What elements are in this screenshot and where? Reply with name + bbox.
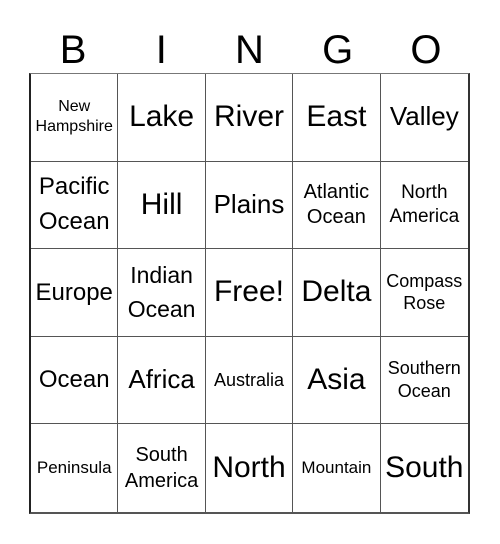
bingo-cell[interactable]: Australia [205,336,294,425]
header-letter-o: O [410,28,442,72]
bingo-cell[interactable]: Valley [380,74,468,162]
bingo-cell[interactable]: Mountain [293,424,381,512]
bingo-cell[interactable]: Hill [118,161,206,250]
bingo-cell[interactable]: Lake [118,74,206,162]
bingo-cell[interactable]: South [381,424,468,512]
header-letter-i: I [155,28,167,72]
bingo-cell[interactable]: Plains [205,161,294,250]
bingo-cell[interactable]: North America [380,162,468,250]
bingo-cell[interactable]: Southern Ocean [380,337,468,425]
bingo-cell[interactable]: Europe [31,249,119,337]
header-letter-g: G [322,28,354,72]
bingo-card: New Hampshire Lake River East Valley Pac… [29,73,470,514]
bingo-cell[interactable]: North [206,424,294,512]
bingo-cell[interactable]: Asia [293,336,381,425]
bingo-cell[interactable]: Africa [118,336,206,425]
bingo-cell[interactable]: Ocean [31,336,119,425]
bingo-cell[interactable]: Delta [293,249,381,337]
bingo-cell[interactable]: Compass Rose [380,249,468,337]
bingo-cell[interactable]: South America [118,424,206,512]
bingo-cell[interactable]: Pacific Ocean [31,161,119,250]
bingo-cell[interactable]: Indian Ocean [118,249,206,337]
bingo-cell[interactable]: Peninsula [31,424,119,512]
bingo-cell[interactable]: Atlantic Ocean [293,161,381,250]
bingo-cell[interactable]: New Hampshire [31,74,119,162]
header-letter-b: B [59,28,87,72]
bingo-header: B I N G O [29,28,470,72]
bingo-cell[interactable]: River [205,74,294,162]
bingo-cell[interactable]: East [293,74,381,162]
free-space[interactable]: Free! [205,249,294,337]
header-letter-n: N [235,28,264,72]
